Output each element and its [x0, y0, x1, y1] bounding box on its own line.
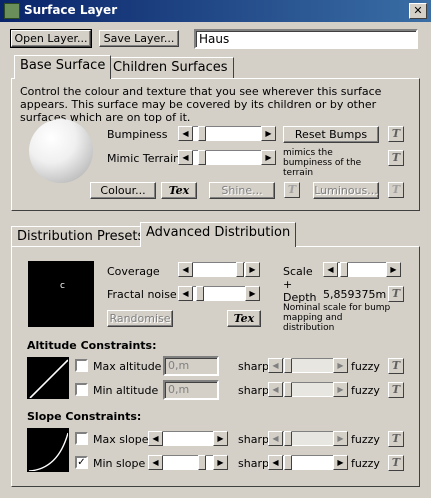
- scale-note: Nominal scale for bump mapping and distr…: [283, 303, 391, 333]
- coverage-right-arrow[interactable]: ▶: [245, 262, 260, 277]
- min-altitude-input[interactable]: 0,m: [163, 380, 219, 400]
- min-altitude-fuzzy-label: fuzzy: [351, 384, 380, 397]
- min-altitude-label: Min altitude: [93, 384, 159, 397]
- max-slope-left-arrow[interactable]: ◀: [268, 431, 283, 446]
- tex-button[interactable]: Tex: [161, 182, 197, 199]
- max-altitude-sharp-label: sharp: [238, 360, 269, 373]
- close-button[interactable]: ✕: [409, 3, 427, 19]
- scale-depth-label: Scale + Depth: [283, 265, 317, 304]
- randomise-button[interactable]: Randomise: [107, 310, 173, 327]
- fractal-noise-thumb[interactable]: [196, 286, 204, 301]
- min-slope-right-arrow[interactable]: ▶: [333, 455, 348, 470]
- slope-constraints-heading: Slope Constraints:: [27, 410, 142, 423]
- altitude-diagram: [27, 357, 69, 399]
- luminous-texture-button[interactable]: T: [388, 182, 404, 198]
- max-altitude-right-arrow[interactable]: ▶: [333, 358, 348, 373]
- open-layer-button[interactable]: Open Layer...: [10, 29, 92, 48]
- min-slope-left-arrow[interactable]: ◀: [268, 455, 283, 470]
- min-altitude-thumb[interactable]: [284, 382, 292, 397]
- max-slope-sharp-label: sharp: [238, 433, 269, 446]
- slope-curve-icon: [28, 432, 68, 471]
- fractal-noise-label: Fractal noise: [107, 288, 177, 301]
- altitude-constraints-heading: Altitude Constraints:: [27, 339, 157, 352]
- fractal-noise-left-arrow[interactable]: ◀: [178, 286, 193, 301]
- max-slope-fuzzy-label: fuzzy: [351, 433, 380, 446]
- min-altitude-left-arrow[interactable]: ◀: [268, 382, 283, 397]
- max-altitude-left-arrow[interactable]: ◀: [268, 358, 283, 373]
- shine-button[interactable]: Shine...: [209, 182, 275, 199]
- min-slope-sharp-label: sharp: [238, 457, 269, 470]
- max-slope-low-right-arrow[interactable]: ▶: [213, 431, 228, 446]
- coverage-label: Coverage: [107, 265, 160, 278]
- scale-depth-left-arrow[interactable]: ◀: [323, 262, 338, 277]
- base-surface-description: Control the colour and texture that you …: [20, 85, 382, 124]
- surface-preview-sphere: [29, 119, 93, 183]
- min-slope-low-right-arrow[interactable]: ▶: [213, 455, 228, 470]
- min-slope-low-left-arrow[interactable]: ◀: [148, 455, 163, 470]
- coverage-left-arrow[interactable]: ◀: [178, 262, 193, 277]
- max-altitude-thumb[interactable]: [284, 358, 292, 373]
- coverage-thumb[interactable]: [236, 262, 244, 277]
- scale-depth-thumb[interactable]: [340, 262, 348, 277]
- min-slope-thumb[interactable]: [284, 455, 292, 470]
- slope-diagram: [27, 428, 69, 472]
- colour-button[interactable]: Colour...: [90, 182, 156, 199]
- bumpiness-right-arrow[interactable]: ▶: [261, 126, 276, 141]
- altitude-line-icon: [29, 359, 68, 398]
- max-altitude-texture-button[interactable]: T: [388, 358, 404, 374]
- scale-depth-right-arrow[interactable]: ▶: [386, 262, 401, 277]
- min-altitude-checkbox[interactable]: [75, 383, 88, 396]
- scale-texture-button[interactable]: T: [388, 286, 404, 302]
- mimic-terrain-note: mimics the bumpiness of the terrain: [283, 148, 362, 178]
- max-slope-label: Max slope: [93, 433, 149, 446]
- surface-layer-icon: [4, 3, 20, 19]
- bumpiness-label: Bumpiness: [107, 128, 168, 141]
- tab-distribution-presets[interactable]: Distribution Presets: [11, 226, 151, 247]
- layer-name-input[interactable]: Haus: [194, 29, 418, 49]
- fractal-noise-right-arrow[interactable]: ▶: [245, 286, 260, 301]
- tab-advanced-distribution[interactable]: Advanced Distribution: [140, 222, 297, 247]
- mimic-terrain-left-arrow[interactable]: ◀: [178, 150, 193, 165]
- shine-texture-button[interactable]: T: [284, 182, 300, 198]
- max-altitude-label: Max altitude: [93, 360, 162, 373]
- min-slope-fuzzy-label: fuzzy: [351, 457, 380, 470]
- min-slope-checkbox[interactable]: ✓: [75, 456, 88, 469]
- max-slope-right-arrow[interactable]: ▶: [333, 431, 348, 446]
- max-altitude-input[interactable]: 0,m: [163, 356, 219, 376]
- max-slope-thumb[interactable]: [284, 431, 292, 446]
- max-slope-low-left-arrow[interactable]: ◀: [148, 431, 163, 446]
- reset-bumps-button[interactable]: Reset Bumps: [283, 126, 379, 143]
- min-altitude-texture-button[interactable]: T: [388, 382, 404, 398]
- tab-base-surface[interactable]: Base Surface: [14, 55, 112, 79]
- distribution-preview: [28, 261, 94, 327]
- scale-value: 5,859375m: [323, 288, 387, 301]
- mimic-terrain-thumb[interactable]: [198, 150, 206, 165]
- bumpiness-left-arrow[interactable]: ◀: [178, 126, 193, 141]
- luminous-button[interactable]: Luminous...: [313, 182, 379, 199]
- distribution-preview-marker: c: [60, 281, 65, 291]
- max-altitude-checkbox[interactable]: [75, 359, 88, 372]
- mimic-terrain-texture-button[interactable]: T: [388, 150, 404, 166]
- save-layer-button[interactable]: Save Layer...: [99, 30, 179, 47]
- max-slope-texture-button[interactable]: T: [388, 431, 404, 447]
- min-altitude-sharp-label: sharp: [238, 384, 269, 397]
- max-slope-checkbox[interactable]: [75, 432, 88, 445]
- mimic-terrain-label: Mimic Terrain: [107, 152, 181, 165]
- bumpiness-thumb[interactable]: [198, 126, 206, 141]
- min-slope-low-thumb[interactable]: [198, 455, 206, 470]
- min-slope-texture-button[interactable]: T: [388, 455, 404, 471]
- distribution-tex-button[interactable]: Tex: [227, 310, 261, 327]
- bumpiness-texture-button[interactable]: T: [388, 126, 404, 142]
- mimic-terrain-right-arrow[interactable]: ▶: [261, 150, 276, 165]
- min-slope-label: Min slope: [93, 457, 146, 470]
- min-altitude-right-arrow[interactable]: ▶: [333, 382, 348, 397]
- max-slope-low-slider[interactable]: [163, 431, 213, 446]
- tab-children-surfaces[interactable]: Children Surfaces: [107, 57, 234, 78]
- max-altitude-fuzzy-label: fuzzy: [351, 360, 380, 373]
- window-title: Surface Layer: [24, 3, 118, 17]
